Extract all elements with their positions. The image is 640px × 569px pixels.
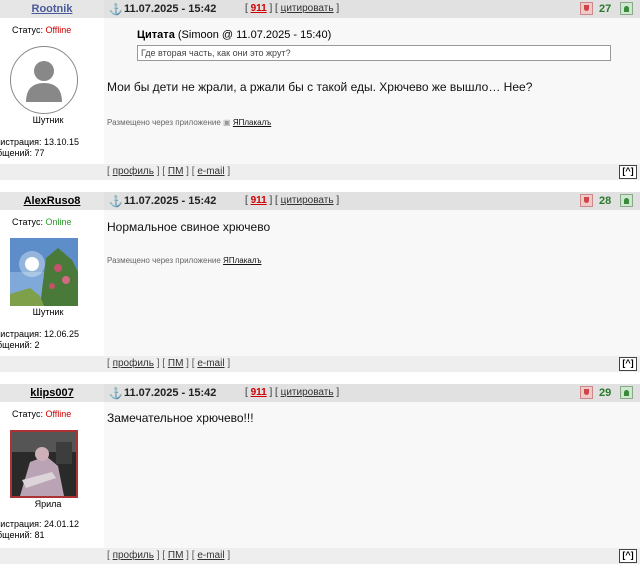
anchor-icon[interactable]: ⚓ bbox=[109, 195, 123, 208]
email-link[interactable]: e-mail bbox=[197, 550, 224, 561]
post-number-link[interactable]: 911 bbox=[251, 195, 267, 206]
vote-up-icon[interactable] bbox=[620, 386, 633, 399]
back-to-top-button[interactable]: [^] bbox=[619, 357, 637, 371]
footer-links: [ профиль ] [ ПМ ] [ e-mail ] bbox=[107, 166, 231, 177]
post-rating: 28 bbox=[599, 195, 612, 207]
post-rating: 29 bbox=[599, 387, 612, 399]
quote-text: Где вторая часть, как они это жрут? bbox=[137, 45, 611, 61]
post-1: Rootnik ⚓ 11.07.2025 - 15:42 [ 911 ] [ ц… bbox=[0, 0, 640, 182]
user-rank: Шутник bbox=[32, 307, 64, 317]
posted-via: Размещено через приложение ▣ ЯПлакалъ bbox=[107, 118, 272, 127]
post-footer: [ профиль ] [ ПМ ] [ e-mail ] [^] bbox=[0, 548, 640, 564]
post-number-link[interactable]: 911 bbox=[251, 387, 267, 398]
post-links: [ 911 ] [ цитировать ] bbox=[245, 3, 340, 14]
anchor-icon[interactable]: ⚓ bbox=[109, 3, 123, 16]
vote-up-icon[interactable] bbox=[620, 194, 633, 207]
user-info: Статус: Offline Шутник егистрация: 13.10… bbox=[0, 18, 104, 164]
post-text: Замечательное хрючево!!! bbox=[107, 411, 254, 425]
profile-link[interactable]: профиль bbox=[113, 550, 154, 561]
post-header: klips007 ⚓ 11.07.2025 - 15:42 [ 911 ] [ … bbox=[0, 384, 640, 402]
post-body: Нормальное свиное хрючево Размещено чере… bbox=[104, 210, 640, 356]
post-date: 11.07.2025 - 15:42 bbox=[124, 387, 217, 399]
footer-links: [ профиль ] [ ПМ ] [ e-mail ] bbox=[107, 358, 231, 369]
pm-link[interactable]: ПМ bbox=[168, 166, 184, 177]
quote-link[interactable]: цитировать bbox=[281, 387, 334, 398]
quote-link[interactable]: цитировать bbox=[281, 195, 334, 206]
post-meta-bar: ⚓ 11.07.2025 - 15:42 [ 911 ] [ цитироват… bbox=[104, 384, 640, 402]
quote-meta: (Simoon @ 11.07.2025 - 15:40) bbox=[177, 29, 332, 41]
post-3: klips007 ⚓ 11.07.2025 - 15:42 [ 911 ] [ … bbox=[0, 384, 640, 566]
user-info: Статус: Offline Ярила егистрация: 24.01.… bbox=[0, 402, 104, 548]
user-info: Статус: Online Шутник егистрация: 12.06.… bbox=[0, 210, 104, 356]
email-link[interactable]: e-mail bbox=[197, 166, 224, 177]
app-link[interactable]: ЯПлакалъ bbox=[233, 118, 271, 127]
post-footer: [ профиль ] [ ПМ ] [ e-mail ] [^] bbox=[0, 164, 640, 180]
post-body: Цитата (Simoon @ 11.07.2025 - 15:40) Где… bbox=[104, 18, 640, 164]
post-header: Rootnik ⚓ 11.07.2025 - 15:42 [ 911 ] [ ц… bbox=[0, 0, 640, 18]
android-icon: ▣ bbox=[223, 118, 231, 127]
post-meta-bar: ⚓ 11.07.2025 - 15:42 [ 911 ] [ цитироват… bbox=[104, 192, 640, 210]
pm-link[interactable]: ПМ bbox=[168, 358, 184, 369]
posted-via: Размещено через приложение ЯПлакалъ bbox=[107, 256, 262, 265]
post-meta-bar: ⚓ 11.07.2025 - 15:42 [ 911 ] [ цитироват… bbox=[104, 0, 640, 18]
vote-down-icon[interactable] bbox=[580, 386, 593, 399]
back-to-top-button[interactable]: [^] bbox=[619, 165, 637, 179]
post-2: AlexRuso8 ⚓ 11.07.2025 - 15:42 [ 911 ] [… bbox=[0, 192, 640, 374]
post-links: [ 911 ] [ цитировать ] bbox=[245, 387, 340, 398]
user-registration: егистрация: 24.01.12рбщений: 81 bbox=[0, 519, 80, 540]
default-user-icon bbox=[12, 48, 76, 112]
post-date: 11.07.2025 - 15:42 bbox=[124, 195, 217, 207]
user-registration: егистрация: 12.06.25рбщений: 2 bbox=[0, 329, 80, 350]
post-footer: [ профиль ] [ ПМ ] [ e-mail ] [^] bbox=[0, 356, 640, 372]
footer-links: [ профиль ] [ ПМ ] [ e-mail ] bbox=[107, 550, 231, 561]
post-links: [ 911 ] [ цитировать ] bbox=[245, 195, 340, 206]
post-text: Нормальное свиное хрючево bbox=[107, 220, 271, 234]
post-date: 11.07.2025 - 15:42 bbox=[124, 3, 217, 15]
username-link[interactable]: klips007 bbox=[0, 387, 104, 399]
user-status: Статус: Online bbox=[12, 217, 72, 227]
email-link[interactable]: e-mail bbox=[197, 358, 224, 369]
username-link[interactable]: Rootnik bbox=[0, 3, 104, 15]
back-to-top-button[interactable]: [^] bbox=[619, 549, 637, 563]
user-status: Статус: Offline bbox=[12, 409, 72, 419]
vote-down-icon[interactable] bbox=[580, 194, 593, 207]
quote-title: Цитата bbox=[137, 29, 175, 41]
user-status: Статус: Offline bbox=[12, 25, 72, 35]
vote-down-icon[interactable] bbox=[580, 2, 593, 15]
post-header: AlexRuso8 ⚓ 11.07.2025 - 15:42 [ 911 ] [… bbox=[0, 192, 640, 210]
post-rating: 27 bbox=[599, 3, 612, 15]
user-rank: Ярила bbox=[34, 499, 62, 509]
post-body: Замечательное хрючево!!! bbox=[104, 402, 640, 548]
app-link[interactable]: ЯПлакалъ bbox=[223, 256, 261, 265]
anchor-icon[interactable]: ⚓ bbox=[109, 387, 123, 400]
avatar[interactable] bbox=[10, 46, 78, 114]
quote-block: Цитата (Simoon @ 11.07.2025 - 15:40) Где… bbox=[137, 29, 611, 61]
vote-up-icon[interactable] bbox=[620, 2, 633, 15]
avatar-photo bbox=[10, 238, 78, 306]
profile-link[interactable]: профиль bbox=[113, 358, 154, 369]
pm-link[interactable]: ПМ bbox=[168, 550, 184, 561]
avatar[interactable] bbox=[10, 238, 78, 306]
user-registration: егистрация: 13.10.15рбщений: 77 bbox=[0, 137, 80, 158]
post-number-link[interactable]: 911 bbox=[251, 3, 267, 14]
avatar-photo bbox=[12, 432, 76, 496]
quote-link[interactable]: цитировать bbox=[281, 3, 334, 14]
username-link[interactable]: AlexRuso8 bbox=[0, 195, 104, 207]
avatar[interactable] bbox=[10, 430, 78, 498]
post-text: Мои бы дети не жрали, а ржали бы с такой… bbox=[107, 80, 533, 94]
profile-link[interactable]: профиль bbox=[113, 166, 154, 177]
user-rank: Шутник bbox=[32, 115, 64, 125]
